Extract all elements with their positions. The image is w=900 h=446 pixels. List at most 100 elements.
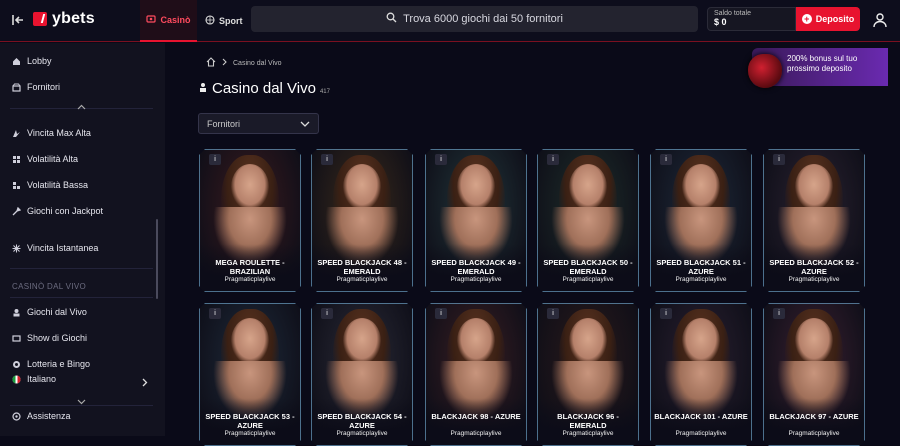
collapse-sidebar-icon[interactable]	[10, 12, 26, 28]
balance-box: Saldo totale $ 0	[707, 7, 796, 31]
instant-win-icon	[12, 244, 21, 253]
chevron-up-icon[interactable]	[77, 102, 86, 112]
section-title: CASINÒ DAL VIVO	[12, 282, 86, 291]
thumbnail-face	[457, 164, 495, 210]
sidebar-item-instant-win[interactable]: Vincita Istantanea	[12, 243, 98, 253]
heart-icon	[748, 54, 782, 88]
sidebar-item-live-games[interactable]: Giochi dal Vivo	[12, 307, 87, 317]
game-name: BLACKJACK 96 - EMERALD	[557, 412, 619, 430]
info-icon[interactable]: i	[321, 308, 333, 319]
game-name: SPEED BLACKJACK 52 - AZURE	[769, 258, 859, 276]
sidebar-scrollbar[interactable]	[156, 219, 158, 299]
breadcrumb: Casino dal Vivo	[206, 57, 282, 69]
info-icon[interactable]: i	[321, 154, 333, 165]
sidebar-item-low-volatility[interactable]: Volatilità Bassa	[12, 180, 88, 190]
game-name: SPEED BLACKJACK 54 - AZURE	[317, 412, 407, 430]
game-name: BLACKJACK 97 - AZURE	[769, 412, 859, 421]
sidebar-item-support[interactable]: Assistenza	[12, 411, 71, 421]
game-provider: Pragmaticplaylive	[562, 276, 614, 283]
home-icon	[12, 57, 21, 66]
search-icon	[386, 12, 397, 26]
max-win-icon	[12, 129, 21, 138]
thumbnail-shade	[425, 398, 527, 446]
providers-icon	[12, 83, 21, 92]
chevron-right-icon	[222, 58, 227, 68]
game-card[interactable]: i SPEED BLACKJACK 48 - EMERALD Pragmaticpl…	[311, 149, 413, 292]
thumbnail-face	[343, 318, 381, 364]
sidebar-item-label: Show di Giochi	[27, 333, 88, 343]
page-title: Casino dal Vivo 417	[198, 80, 330, 98]
sidebar-item-lobby[interactable]: Lobby	[12, 56, 52, 66]
promo-banner[interactable]: 200% bonus sul tuo prossimo deposito	[748, 48, 888, 88]
language-label: Italiano	[27, 374, 57, 384]
sidebar-item-lottery[interactable]: Lotteria e Bingo	[12, 359, 90, 369]
search-placeholder: Trova 6000 giochi dai 50 fornitori	[403, 13, 563, 25]
info-icon[interactable]: i	[660, 154, 672, 165]
game-card[interactable]: i BLACKJACK 97 - AZURE Pragmaticplaylive	[763, 303, 865, 446]
language-selector[interactable]: Italiano	[12, 374, 56, 384]
low-volatility-icon	[12, 181, 21, 190]
game-card[interactable]: i SPEED BLACKJACK 49 - EMERALD Pragmaticpl…	[425, 149, 527, 292]
game-provider: Pragmaticplaylive	[450, 276, 502, 283]
page-title-text: Casino dal Vivo	[212, 80, 316, 97]
sidebar-item-high-volatility[interactable]: Volatilità Alta	[12, 154, 78, 164]
thumbnail-face	[343, 164, 381, 210]
game-name: SPEED BLACKJACK 49 - EMERALD	[431, 258, 521, 276]
game-name: BLACKJACK 98 - AZURE	[431, 412, 521, 421]
breadcrumb-current: Casino dal Vivo	[233, 59, 282, 67]
casino-icon	[146, 14, 157, 26]
sidebar: Lobby Fornitori Vincita Max Alta Volatil…	[0, 43, 165, 436]
sidebar-item-label: Giochi con Jackpot	[27, 206, 104, 216]
info-icon[interactable]: i	[209, 154, 221, 165]
sidebar-item-game-show[interactable]: Show di Giochi	[12, 333, 87, 343]
thumbnail-face	[457, 318, 495, 364]
chevron-right-icon[interactable]	[142, 374, 148, 392]
game-card[interactable]: i SPEED BLACKJACK 52 - AZURE Pragmaticplay…	[763, 149, 865, 292]
info-icon[interactable]: i	[547, 308, 559, 319]
game-card[interactable]: i MEGA ROULETTE - BRAZILIAN Pragmaticplayl…	[199, 149, 301, 292]
thumbnail-face	[231, 164, 269, 210]
info-icon[interactable]: i	[660, 308, 672, 319]
game-card[interactable]: i SPEED BLACKJACK 53 - AZURE Pragmaticplay…	[199, 303, 301, 446]
sport-ball-icon	[205, 15, 215, 27]
sidebar-item-max-win[interactable]: Vincita Max Alta	[12, 128, 91, 138]
game-provider: Pragmaticplaylive	[224, 276, 276, 283]
info-icon[interactable]: i	[773, 308, 785, 319]
thumbnail-face	[795, 164, 833, 210]
game-card[interactable]: i BLACKJACK 101 - AZURE Pragmaticplaylive	[650, 303, 752, 446]
divider	[10, 405, 153, 406]
game-name: BLACKJACK 101 - AZURE	[654, 412, 748, 421]
divider	[10, 297, 153, 298]
logo[interactable]: ybets	[33, 10, 95, 28]
providers-dropdown[interactable]: Fornitori	[198, 113, 319, 134]
sidebar-item-fornitori[interactable]: Fornitori	[12, 82, 60, 92]
search-bar[interactable]: Trova 6000 giochi dai 50 fornitori	[251, 6, 698, 32]
game-card[interactable]: i SPEED BLACKJACK 50 - EMERALD Pragmaticpl…	[537, 149, 639, 292]
top-bar: ybets Casinò Sport Trova 6000 giochi dai…	[0, 0, 900, 42]
game-show-icon	[12, 334, 21, 343]
live-dealer-icon	[198, 80, 208, 98]
high-volatility-icon	[12, 155, 21, 164]
game-card[interactable]: i BLACKJACK 96 - EMERALD Pragmaticplaylive	[537, 303, 639, 446]
sidebar-item-label: Volatilità Bassa	[27, 180, 89, 190]
thumbnail-shade	[650, 398, 752, 446]
home-icon[interactable]	[206, 57, 216, 69]
deposit-button[interactable]: + Deposito	[796, 7, 860, 31]
info-icon[interactable]: i	[547, 154, 559, 165]
sidebar-item-jackpot[interactable]: Giochi con Jackpot	[12, 206, 103, 216]
tab-sport[interactable]: Sport	[205, 0, 243, 42]
game-card[interactable]: i SPEED BLACKJACK 54 - AZURE Pragmaticplay…	[311, 303, 413, 446]
user-icon[interactable]	[872, 12, 888, 28]
live-games-icon	[12, 308, 21, 317]
info-icon[interactable]: i	[435, 308, 447, 319]
info-icon[interactable]: i	[209, 308, 221, 319]
info-icon[interactable]: i	[435, 154, 447, 165]
balance-value: $ 0	[714, 17, 727, 27]
game-card[interactable]: i SPEED BLACKJACK 51 - AZURE Pragmaticplay…	[650, 149, 752, 292]
jackpot-icon	[12, 206, 22, 216]
info-icon[interactable]: i	[773, 154, 785, 165]
sidebar-item-label: Lobby	[27, 56, 52, 66]
game-card[interactable]: i BLACKJACK 98 - AZURE Pragmaticplaylive	[425, 303, 527, 446]
thumbnail-face	[682, 164, 720, 210]
tab-casino[interactable]: Casinò	[140, 0, 197, 42]
